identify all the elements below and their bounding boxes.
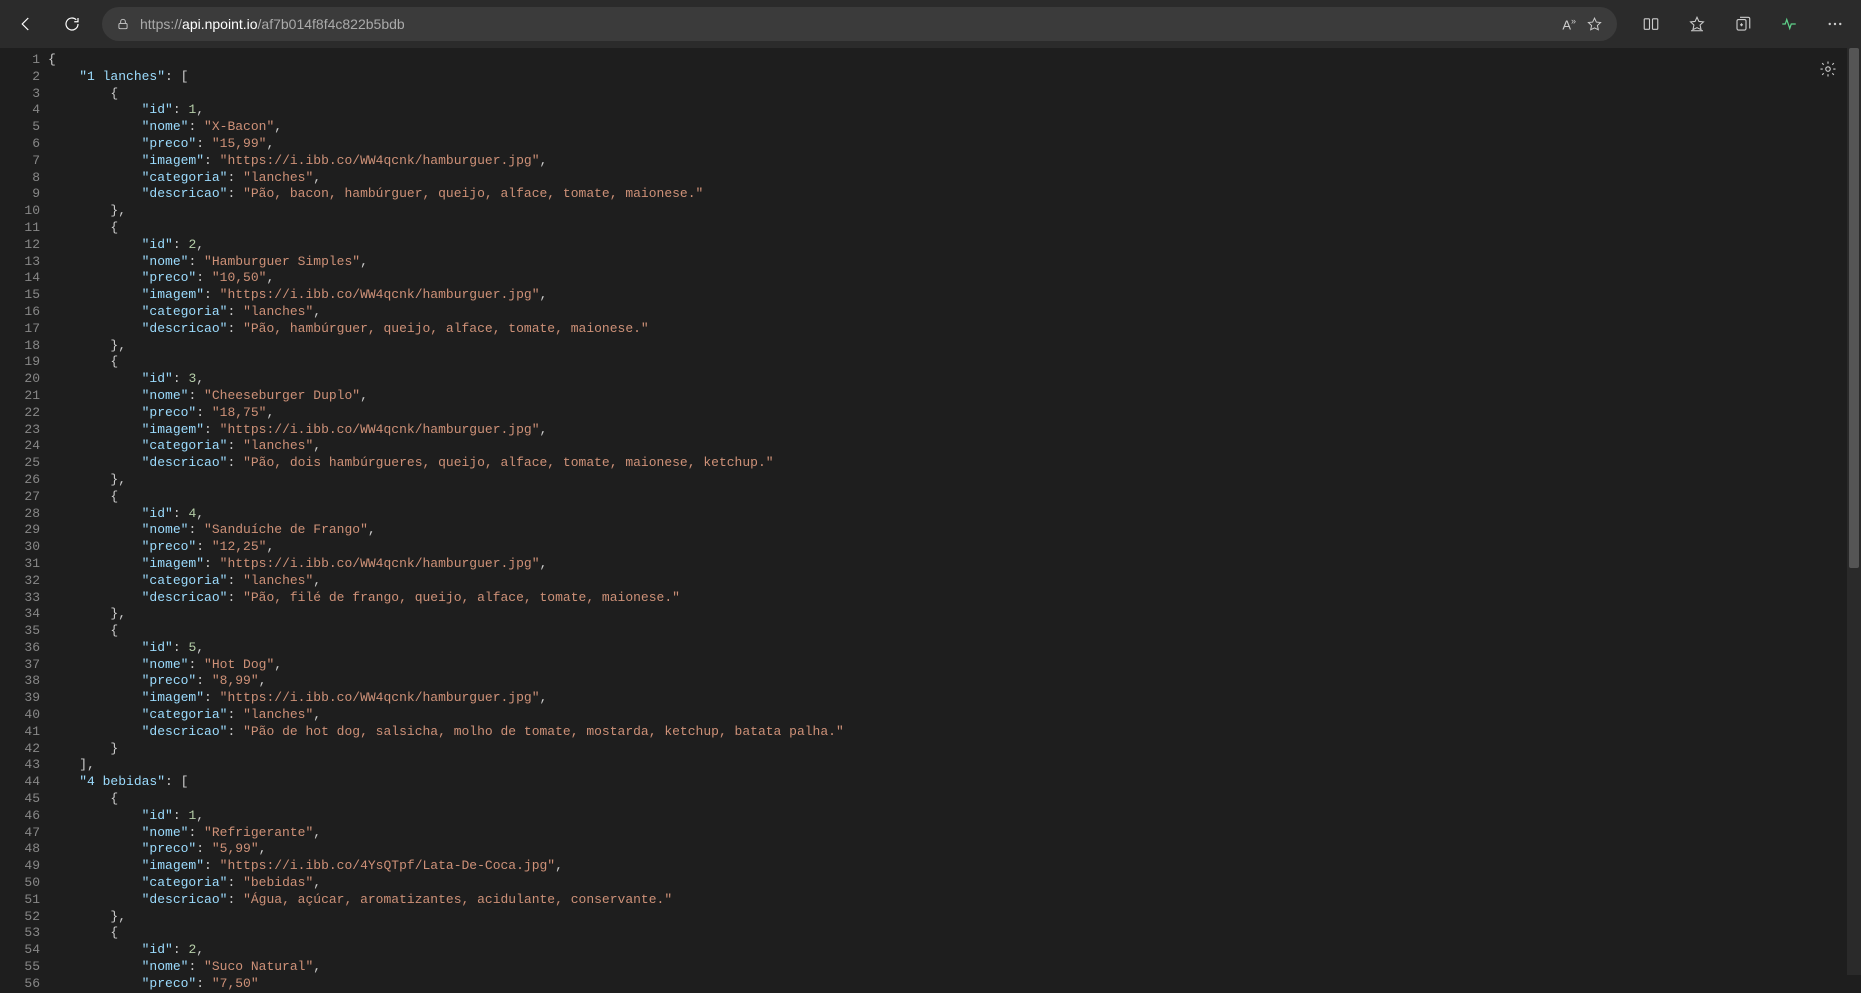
favorite-icon[interactable] (1586, 16, 1603, 33)
lock-icon (116, 17, 130, 31)
url-text: https://api.npoint.io/af7b014f8f4c822b5b… (140, 16, 405, 32)
json-viewer: 1234567891011121314151617181920212223242… (0, 48, 1861, 975)
line-number-gutter: 1234567891011121314151617181920212223242… (0, 48, 48, 975)
performance-icon[interactable] (1773, 8, 1805, 40)
address-bar[interactable]: https://api.npoint.io/af7b014f8f4c822b5b… (102, 7, 1617, 41)
menu-icon[interactable] (1819, 8, 1851, 40)
json-code[interactable]: { "1 lanches": [ { "id": 1, "nome": "X-B… (48, 48, 1861, 975)
collections-icon[interactable] (1727, 8, 1759, 40)
scrollbar-thumb[interactable] (1849, 48, 1859, 568)
read-aloud-icon[interactable]: A» (1562, 16, 1576, 32)
back-button[interactable] (10, 8, 42, 40)
favorites-icon[interactable] (1681, 8, 1713, 40)
split-screen-icon[interactable] (1635, 8, 1667, 40)
gear-icon[interactable] (1819, 60, 1837, 78)
refresh-button[interactable] (56, 8, 88, 40)
browser-toolbar: https://api.npoint.io/af7b014f8f4c822b5b… (0, 0, 1861, 48)
